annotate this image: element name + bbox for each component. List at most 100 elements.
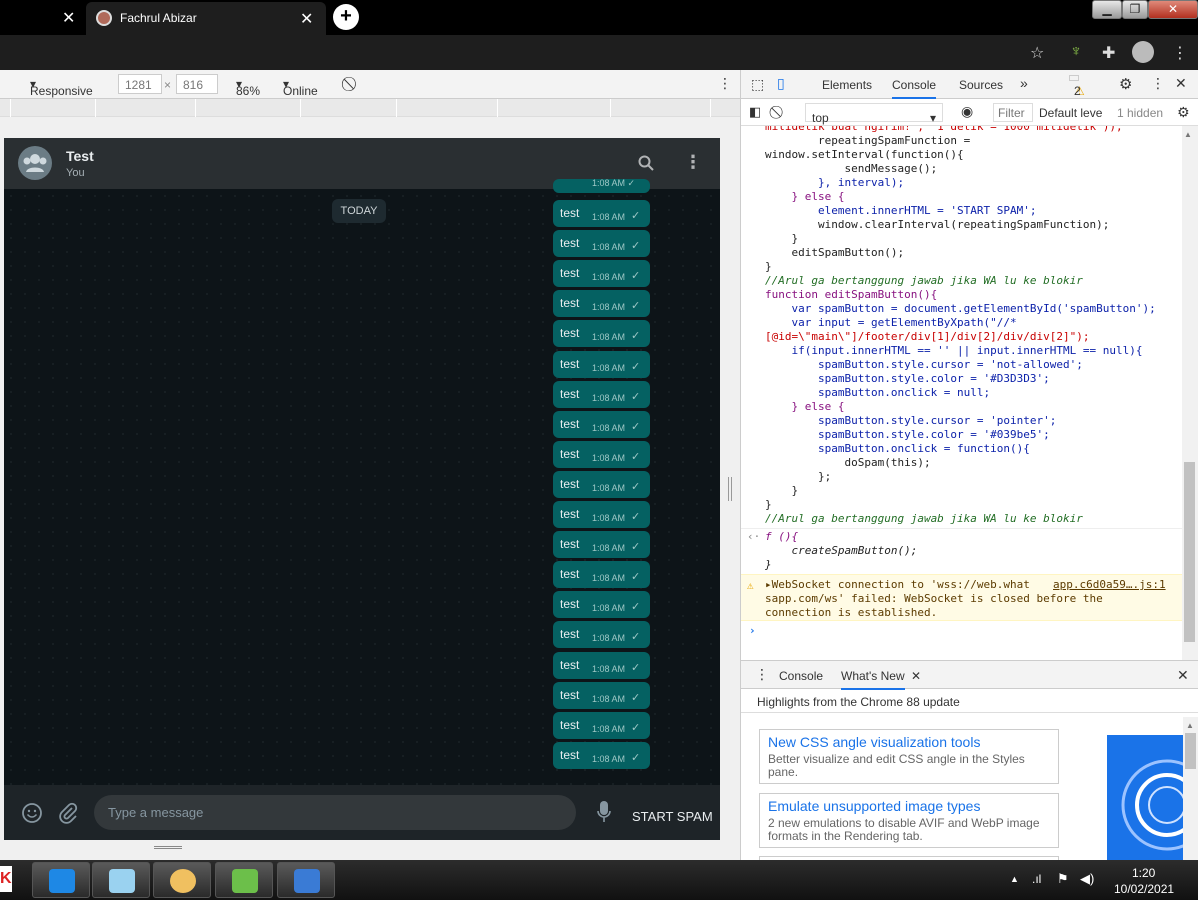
console-scrollbar[interactable]: ▲ [1182,126,1198,660]
card-title[interactable]: New CSS angle visualization tools [768,734,1050,750]
puzzle-extensions-icon[interactable]: ✚ [1102,43,1115,63]
drawer-tab-console[interactable]: Console [779,669,823,683]
clock-date[interactable]: 10/02/2021 [1114,882,1174,896]
message-bubble[interactable]: test 1:08 AM ✓ [553,621,650,649]
tray-expand-icon[interactable]: ▲ [1010,874,1019,884]
sidebar-toggle-icon[interactable]: ◧ [749,104,761,120]
devtools-menu-icon[interactable]: ⋮ [1151,75,1165,92]
signal-icon[interactable]: .ıl [1032,872,1041,886]
tab-elements[interactable]: Elements [822,78,872,92]
scroll-up-arrow[interactable]: ▲ [1186,721,1194,730]
message-bubble[interactable]: test 1:08 AM ✓ [553,501,650,528]
viewport-width-input[interactable]: 1281 [118,74,162,94]
issues-badge[interactable]: ⚠ 2 [1069,75,1085,98]
close-tab-icon[interactable]: ✕ [62,8,75,28]
warning-source-link[interactable]: app.c6d0a59….js:1 [1053,578,1166,592]
zoom-select[interactable]: 86% ▾ [236,77,260,98]
message-bubble[interactable]: test 1:08 AM ✓ [553,711,650,739]
message-bubble[interactable]: test 1:08 AM ✓ [553,320,650,348]
message-bubble[interactable]: test 1:08 AM ✓ [553,260,650,288]
volume-icon[interactable]: ◀) [1080,871,1094,887]
tab-console[interactable]: Console [892,78,937,99]
taskbar-screenshot[interactable] [277,862,335,898]
console-output[interactable]: milidetik buat ngirim!", "1 detik = 1000… [741,126,1182,660]
message-text: test [560,356,580,371]
message-bubble[interactable]: test 1:08 AM ✓ [553,741,650,769]
message-input[interactable]: Type a message [94,795,576,830]
clock-time[interactable]: 1:20 [1132,866,1155,880]
close-devtools-icon[interactable]: ✕ [1175,75,1187,92]
microphone-icon[interactable] [596,800,612,824]
taskbar-notepad[interactable] [92,862,150,898]
close-drawer-icon[interactable]: ✕ [1177,667,1189,684]
console-filter-input[interactable]: Filter [993,103,1033,122]
drawer-scrollbar[interactable]: ▲ [1183,717,1198,860]
maximize-button[interactable]: ❐ [1122,0,1148,19]
console-result-line: } [765,558,772,571]
message-bubble[interactable]: test 1:08 AM ✓ [553,410,650,438]
drawer-tab-whats-new[interactable]: What's New [841,669,905,690]
message-bubble[interactable]: test 1:08 AM ✓ [553,350,650,378]
message-list[interactable]: 1:08 AM ✓ TODAY test 1:08 AM ✓ test 1:08 AM ✓… [4,178,720,785]
more-options-icon[interactable]: ⋮ [718,75,732,92]
taskbar-app-partial[interactable]: K [0,866,12,892]
message-bubble[interactable]: test 1:08 AM ✓ [553,681,650,709]
emoji-icon[interactable] [21,802,43,824]
context-select[interactable]: top ▾ [805,103,943,125]
message-bubble[interactable]: test 1:08 AM ✓ [553,591,650,619]
extension-icon[interactable]: ♆ [1070,43,1082,61]
scrollbar-thumb[interactable] [1184,462,1195,642]
tab-sources[interactable]: Sources [959,78,1003,92]
splitter-handle[interactable] [728,477,732,501]
message-bubble[interactable]: test 1:08 AM ✓ [553,380,650,408]
close-drawer-tab-icon[interactable]: ✕ [911,669,921,683]
message-bubble[interactable]: test 1:08 AM ✓ [553,230,650,258]
live-expression-eye-icon[interactable]: ◉ [961,103,973,120]
attach-icon[interactable] [57,802,79,824]
inspect-element-icon[interactable]: ⬚ [751,76,764,93]
throttle-select[interactable]: Online ▾ [283,77,318,98]
device-toolbar: Responsive ▾ 1281 × 816 86% ▾ Online ▾ ⃠… [0,70,740,99]
viewport-height-input[interactable]: 816 [176,74,218,94]
whats-new-card[interactable]: Emulate unsupported image types 2 new em… [759,793,1059,848]
resize-handle[interactable] [154,846,182,849]
scrollbar-thumb[interactable] [1185,733,1196,769]
bookmark-star-icon[interactable]: ☆ [1030,43,1044,63]
taskbar-photos[interactable] [215,862,273,898]
card-title[interactable]: Emulate unsupported image types [768,798,1050,814]
whats-new-card[interactable]: New CSS angle visualization tools Better… [759,729,1059,784]
console-settings-icon[interactable]: ⚙ [1177,104,1190,121]
chat-menu-icon[interactable]: ⋮ [684,152,702,173]
message-bubble-partial[interactable]: 1:08 AM ✓ [553,178,650,193]
message-bubble[interactable]: test 1:08 AM ✓ [553,470,650,498]
profile-avatar[interactable] [1132,41,1154,63]
close-window-button[interactable]: ✕ [1148,0,1198,19]
message-bubble[interactable]: test 1:08 AM ✓ [553,290,650,318]
scroll-up-arrow[interactable]: ▲ [1184,130,1192,139]
group-avatar-icon[interactable] [18,146,52,180]
console-prompt[interactable]: › [749,624,756,638]
log-levels-select[interactable]: Default leve [1039,106,1102,120]
message-bubble[interactable]: test 1:08 AM ✓ [553,651,650,679]
devtools-tabbar: ⬚ ▯ Elements Console Sources » ⚠ 2 ⚙ ⋮ ✕ [741,70,1198,99]
close-tab-icon[interactable]: ✕ [300,9,313,29]
message-bubble[interactable]: test 1:08 AM ✓ [553,561,650,589]
search-icon[interactable] [638,155,654,171]
device-mode-select[interactable]: Responsive ▾ [30,77,93,98]
browser-tab-active[interactable]: Fachrul Abizar ✕ [86,2,326,35]
start-spam-button[interactable]: START SPAM [632,809,713,824]
settings-gear-icon[interactable]: ⚙ [1119,75,1132,93]
minimize-button[interactable]: ▁ [1092,0,1122,19]
more-tabs-icon[interactable]: » [1020,75,1028,91]
menu-kebab-icon[interactable]: ⋮ [1172,43,1188,63]
taskbar-vscode[interactable] [32,862,90,898]
network-blocked-icon[interactable]: ⚑ [1057,871,1069,887]
message-bubble[interactable]: test 1:08 AM ✓ [553,440,650,468]
drawer-menu-icon[interactable]: ⋮ [755,666,769,683]
message-bubble[interactable]: test 1:08 AM ✓ [553,531,650,559]
taskbar-paint[interactable] [153,862,211,898]
date-divider: TODAY [332,199,386,223]
message-bubble[interactable]: test 1:08 AM ✓ [553,200,650,227]
new-tab-button[interactable]: + [333,4,359,30]
device-toggle-icon[interactable]: ▯ [777,75,785,92]
